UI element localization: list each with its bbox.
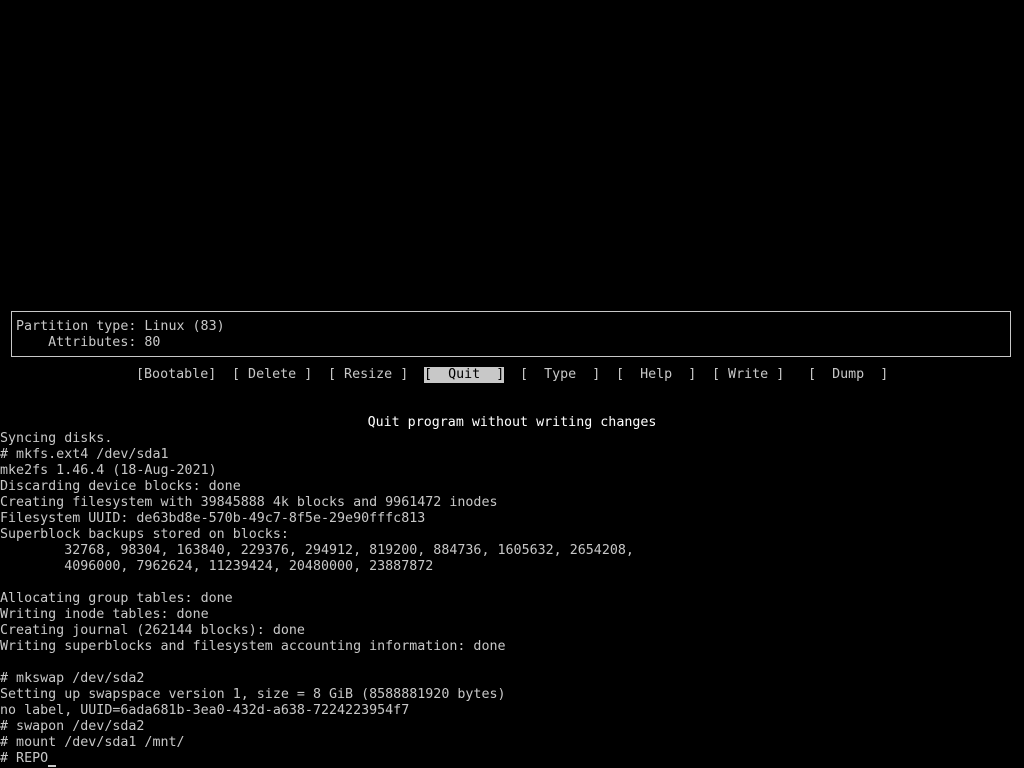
- partition-info-box: Partition type: Linux (83) Attributes: 8…: [11, 311, 1011, 357]
- console-line: Filesystem UUID: de63bd8e-570b-49c7-8f5e…: [0, 511, 426, 526]
- partition-attributes-line: Attributes: 80: [16, 335, 161, 350]
- console-line: # mkfs.ext4 /dev/sda1: [0, 447, 169, 462]
- shell-prompt-line[interactable]: # REPO: [0, 751, 1024, 767]
- menu-quit-button[interactable]: [ Quit ]: [424, 367, 505, 383]
- console-line: Setting up swapspace version 1, size = 8…: [0, 687, 506, 702]
- console-line: Writing inode tables: done: [0, 607, 209, 622]
- menu-write-button[interactable]: [ Write ]: [712, 367, 784, 383]
- menu-help-button[interactable]: [ Help ]: [616, 367, 696, 383]
- console-output: Syncing disks. # mkfs.ext4 /dev/sda1 mke…: [0, 431, 1024, 767]
- console-line: Discarding device blocks: done: [0, 479, 241, 494]
- menu-dump-button[interactable]: [ Dump ]: [808, 367, 888, 383]
- terminal-screen[interactable]: Partition type: Linux (83) Attributes: 8…: [0, 0, 1024, 768]
- partition-type-line: Partition type: Linux (83): [16, 319, 225, 334]
- console-line: Writing superblocks and filesystem accou…: [0, 639, 506, 654]
- console-line: # swapon /dev/sda2: [0, 719, 145, 734]
- console-line: 32768, 98304, 163840, 229376, 294912, 81…: [0, 543, 634, 558]
- cfdisk-action-menu: [Bootable] [ Delete ] [ Resize ] [ Quit …: [0, 367, 1024, 383]
- menu-bootable-button[interactable]: [Bootable]: [136, 367, 216, 383]
- console-line: Creating filesystem with 39845888 4k blo…: [0, 495, 498, 510]
- console-line: Creating journal (262144 blocks): done: [0, 623, 305, 638]
- menu-delete-button[interactable]: [ Delete ]: [232, 367, 312, 383]
- console-line: mke2fs 1.46.4 (18-Aug-2021): [0, 463, 217, 478]
- console-line: no label, UUID=6ada681b-3ea0-432d-a638-7…: [0, 703, 410, 718]
- console-line: 4096000, 7962624, 11239424, 20480000, 23…: [0, 559, 434, 574]
- menu-help-text: Quit program without writing changes: [367, 415, 657, 430]
- console-line: Superblock backups stored on blocks:: [0, 527, 289, 542]
- menu-resize-button[interactable]: [ Resize ]: [328, 367, 408, 383]
- text-cursor: [48, 765, 57, 767]
- console-line: Syncing disks.: [0, 431, 113, 446]
- console-line: # mount /dev/sda1 /mnt/: [0, 735, 185, 750]
- console-line: Allocating group tables: done: [0, 591, 233, 606]
- menu-type-button[interactable]: [ Type ]: [520, 367, 600, 383]
- console-line: # mkswap /dev/sda2: [0, 671, 145, 686]
- shell-input[interactable]: # REPO: [0, 751, 48, 766]
